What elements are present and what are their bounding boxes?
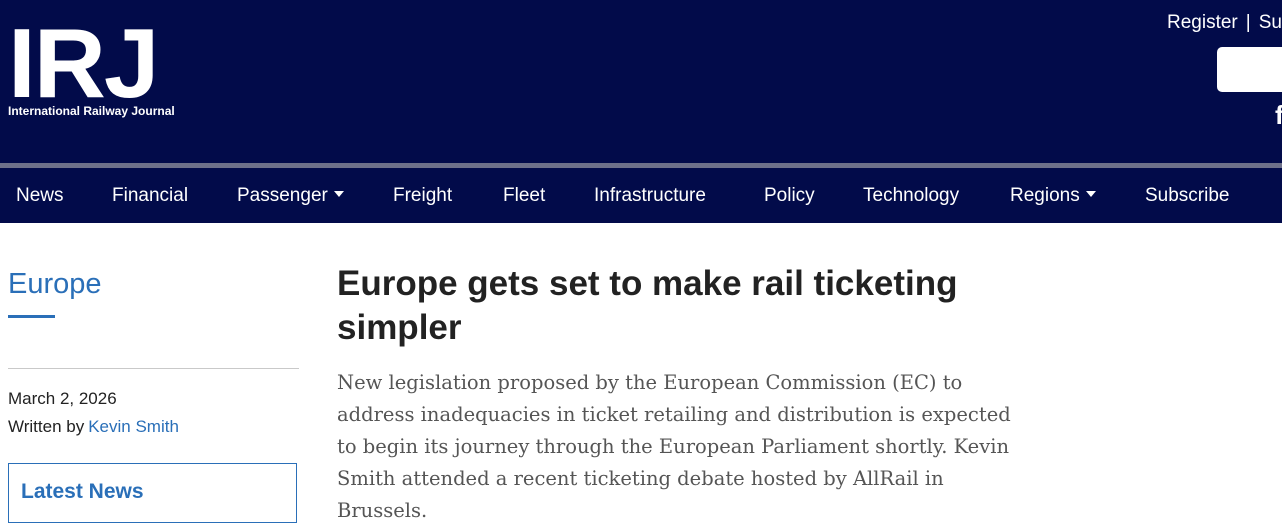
latest-news-title: Latest News — [21, 480, 144, 503]
nav-item-fleet[interactable]: Fleet — [503, 168, 545, 223]
nav-item-passenger[interactable]: Passenger — [237, 168, 344, 223]
author-link[interactable]: Kevin Smith — [88, 417, 179, 436]
publish-date: March 2, 2026 — [8, 389, 117, 408]
irj-logo[interactable]: IRJ International Railway Journal — [8, 14, 198, 122]
section-underline — [8, 315, 55, 318]
search-input[interactable] — [1217, 47, 1282, 92]
byline: Written by Kevin Smith — [8, 417, 179, 437]
latest-news-box: Latest News — [8, 463, 297, 523]
nav-label: Subscribe — [1145, 185, 1230, 206]
logo-letters: IRJ — [8, 8, 159, 118]
nav-item-financial[interactable]: Financial — [112, 168, 188, 223]
caret-down-icon — [333, 190, 344, 197]
main-nav: News Financial Passenger Freight Fleet I… — [0, 168, 1282, 223]
nav-item-policy[interactable]: Policy — [764, 168, 815, 223]
nav-label: Financial — [112, 185, 189, 206]
subscribe-link[interactable]: Su — [1259, 12, 1282, 34]
site-header: IRJ International Railway Journal Regist… — [0, 0, 1282, 163]
sidebar-divider — [8, 368, 299, 369]
nav-label: Infrastructure — [594, 185, 706, 206]
nav-item-infrastructure[interactable]: Infrastructure — [594, 168, 706, 223]
nav-label: Freight — [393, 185, 453, 206]
nav-label: Technology — [863, 185, 960, 206]
link-separator: | — [1245, 12, 1251, 33]
section-title[interactable]: Europe — [8, 268, 102, 301]
nav-item-freight[interactable]: Freight — [393, 168, 452, 223]
nav-item-regions[interactable]: Regions — [1010, 168, 1096, 223]
nav-item-technology[interactable]: Technology — [863, 168, 959, 223]
article-standfirst: New legislation proposed by the European… — [337, 371, 1011, 522]
nav-label: Regions — [1010, 185, 1080, 206]
account-links: Register | Su — [1167, 12, 1282, 34]
caret-down-icon — [1085, 190, 1096, 197]
nav-item-news[interactable]: News — [16, 168, 64, 223]
nav-label: News — [16, 185, 64, 206]
nav-item-subscribe[interactable]: Subscribe — [1145, 168, 1230, 223]
nav-label: Passenger — [237, 185, 328, 206]
written-by-label: Written by — [8, 417, 85, 436]
facebook-icon[interactable]: f — [1275, 100, 1282, 130]
logo-subtitle: International Railway Journal — [8, 104, 175, 118]
nav-label: Policy — [764, 185, 815, 206]
article-headline: Europe gets set to make rail ticketing s… — [337, 264, 958, 347]
nav-label: Fleet — [503, 185, 546, 206]
register-link[interactable]: Register — [1167, 12, 1238, 34]
